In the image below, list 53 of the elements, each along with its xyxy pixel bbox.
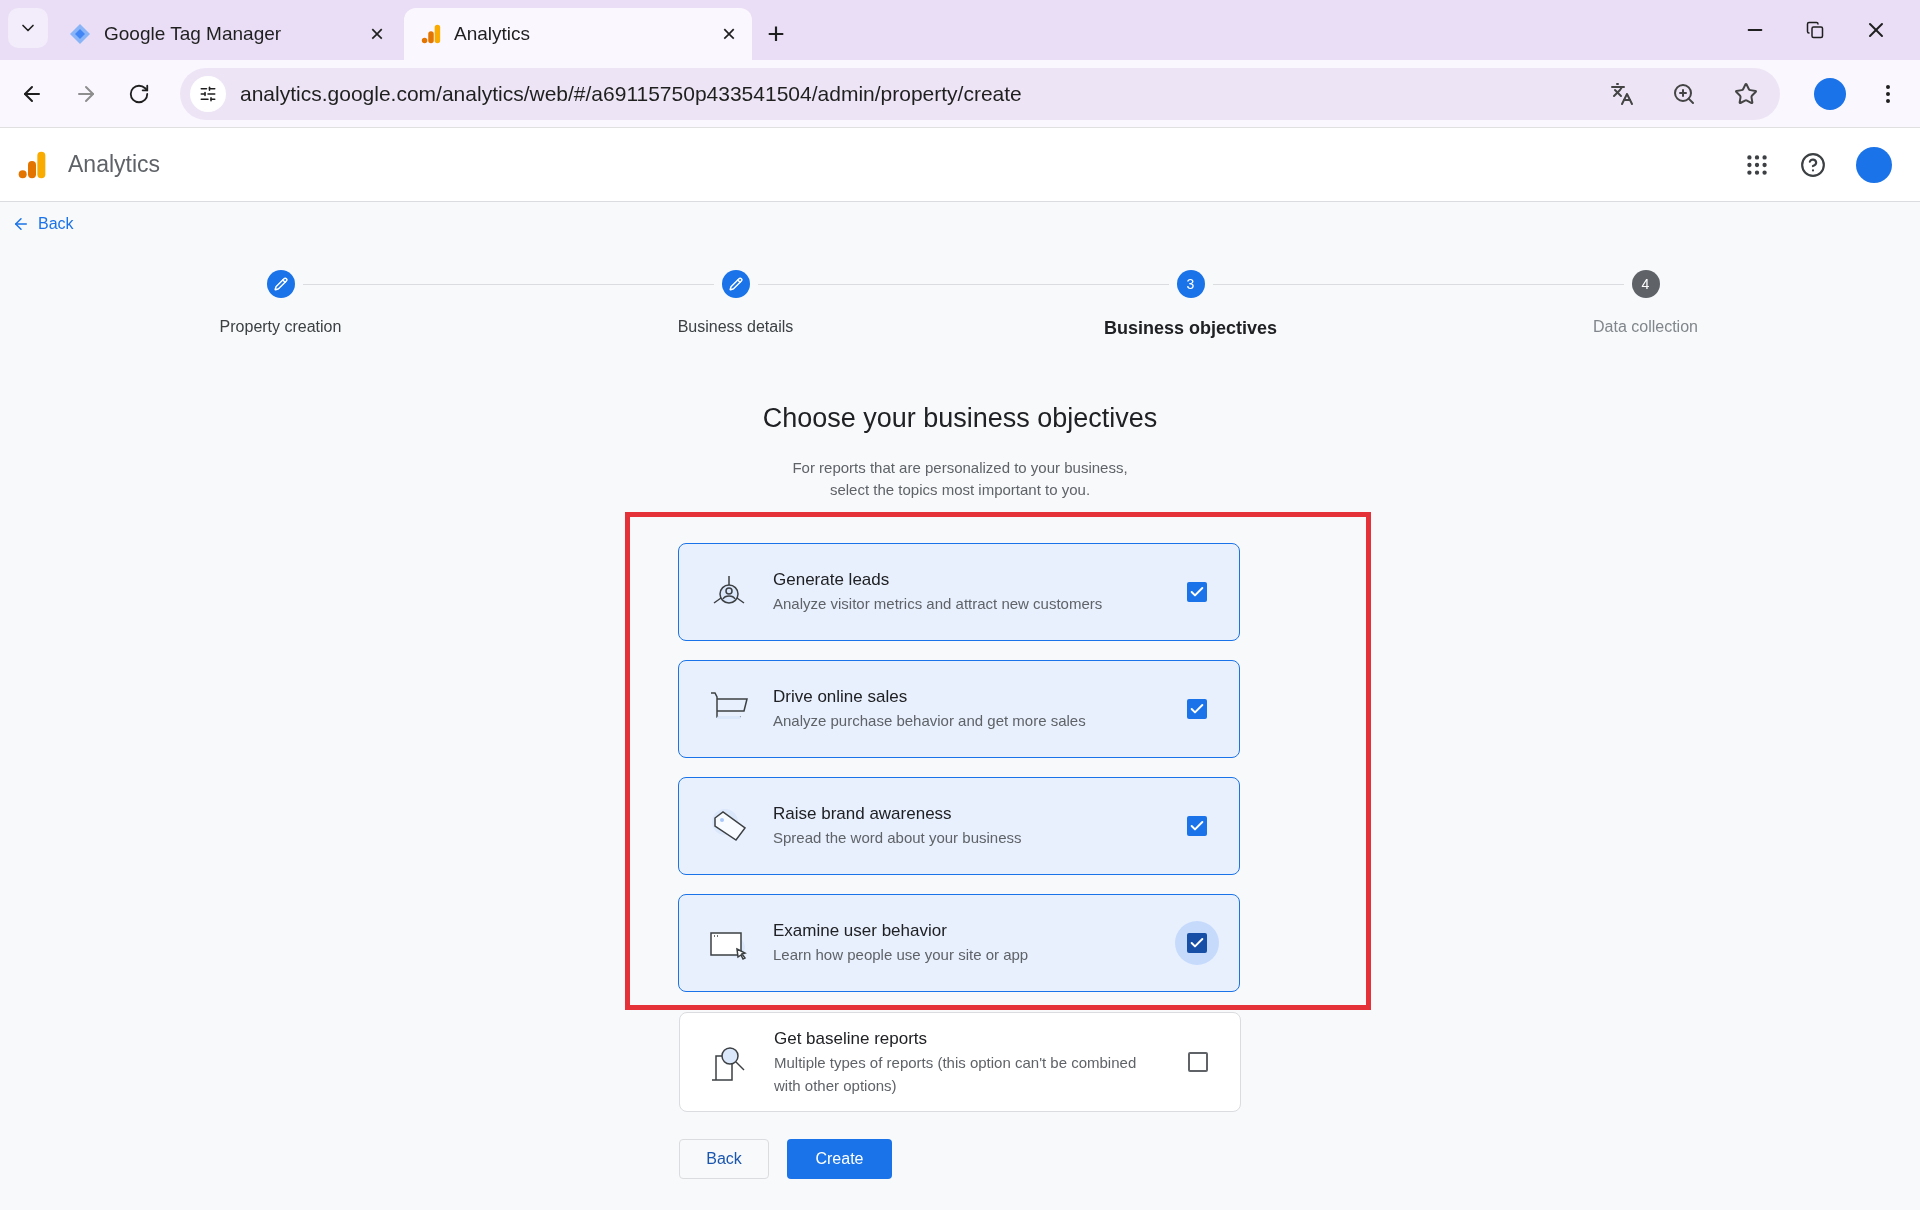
objective-title: Get baseline reports [774, 1027, 929, 1050]
objective-card[interactable]: Generate leads Analyze visitor metrics and attract new customers [678, 542, 1240, 641]
browser-tab[interactable]: Google Tag Manager × [52, 8, 400, 60]
reload-icon[interactable] [128, 82, 150, 105]
tab-title: Analytics [454, 21, 532, 46]
step-label: Business objectives [1103, 317, 1278, 340]
translate-icon[interactable] [1610, 81, 1634, 106]
diamond-logo-icon [68, 22, 92, 46]
profile-avatar[interactable] [1856, 146, 1892, 183]
tab-close-button[interactable]: × [370, 22, 384, 46]
url-text: analytics.google.com/analytics/web/#/a69115750p433541504/admin/property/create [240, 80, 1023, 107]
objective-description: Spread the word about your business [773, 828, 1023, 848]
site-settings-icon[interactable] [199, 84, 217, 103]
objective-description: Analyze visitor metrics and attract new customers [773, 594, 1104, 614]
tab-title: Google Tag Manager [104, 21, 283, 46]
help-icon[interactable] [1800, 151, 1826, 178]
new-tab-button[interactable]: + [756, 14, 796, 54]
back-button[interactable]: Back [679, 1138, 769, 1179]
tab-close-button[interactable]: × [722, 22, 736, 46]
page-heading: Choose your business objectives [762, 402, 1158, 435]
objective-title: Examine user behavior [773, 920, 948, 942]
checkbox[interactable] [1188, 1051, 1208, 1072]
browser-tab[interactable]: Analytics × [404, 8, 752, 60]
objective-description: Analyze purchase behavior and get more sales [773, 711, 1087, 731]
objective-card[interactable]: Drive online sales Analyze purchase behavior and get more sales [678, 659, 1240, 758]
create-button[interactable]: Create [787, 1138, 892, 1179]
subtitle-line: select the topics most important to you. [829, 479, 1091, 500]
objective-title: Raise brand awareness [773, 803, 953, 825]
back-link[interactable]: Back [12, 212, 74, 236]
objective-card[interactable]: Examine user behavior Learn how people use your site or app [678, 893, 1240, 992]
address-field[interactable]: analytics.google.com/analytics/web/#/a69115750p433541504/admin/property/create [180, 67, 1780, 120]
step-label: Business details [677, 317, 794, 337]
objective-title: Drive online sales [773, 686, 909, 708]
checkbox[interactable] [1187, 698, 1207, 719]
checkbox[interactable] [1187, 932, 1207, 953]
checkbox[interactable] [1187, 581, 1207, 602]
zoom-icon[interactable] [1672, 81, 1696, 106]
objective-title: Generate leads [773, 569, 891, 591]
step-label: Data collection [1593, 317, 1698, 337]
star-icon[interactable] [1734, 81, 1758, 106]
subtitle-line: For reports that are personalized to your business, [792, 457, 1128, 478]
analytics-logo-icon [420, 23, 442, 45]
profile-avatar[interactable] [1814, 77, 1846, 110]
step-label: Property creation [219, 317, 342, 337]
checkbox[interactable] [1187, 815, 1207, 836]
objective-card[interactable]: Raise brand awareness Spread the word about your business [678, 776, 1240, 875]
pencil-icon [273, 277, 288, 291]
objective-description: Multiple types of reports (this option can't be combined with other options) [774, 1052, 1138, 1096]
pencil-icon [728, 277, 743, 291]
app-name: Analytics [68, 150, 162, 180]
restore-icon[interactable] [1806, 21, 1824, 39]
objective-card[interactable]: Get baseline reports Multiple types of reports (this option can't be combined with other options) [679, 1011, 1241, 1112]
objective-description: Learn how people use your site or app [773, 945, 1030, 965]
